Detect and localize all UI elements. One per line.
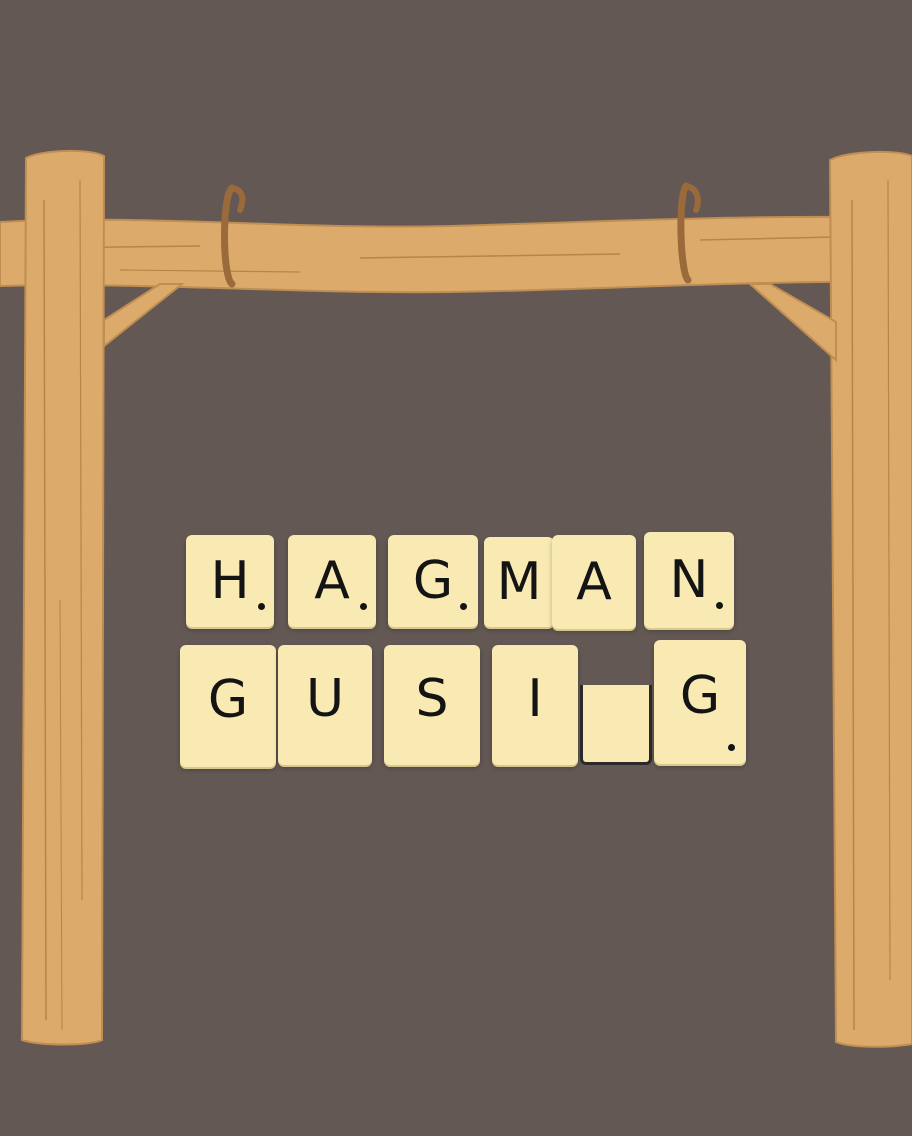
tile-letter: N bbox=[669, 550, 709, 610]
tile-dot bbox=[258, 603, 265, 610]
tile-letter: A bbox=[314, 551, 350, 611]
left-post bbox=[20, 149, 106, 1046]
letter-tile[interactable]: M bbox=[484, 537, 554, 627]
letter-tile[interactable]: N bbox=[644, 532, 734, 628]
tile-letter: M bbox=[496, 552, 542, 612]
tile-letter: H bbox=[210, 551, 250, 611]
right-brace bbox=[747, 283, 837, 363]
right-post bbox=[828, 150, 912, 1048]
letter-tile[interactable]: A bbox=[288, 535, 376, 627]
left-brace bbox=[103, 283, 185, 349]
tile-letter: G bbox=[412, 551, 454, 611]
crossbeam bbox=[0, 215, 912, 294]
tile-letter: I bbox=[527, 669, 543, 729]
tile-dot bbox=[360, 603, 367, 610]
letter-tile[interactable]: A bbox=[552, 535, 636, 629]
tile-dot bbox=[716, 602, 723, 609]
blank-letter-slot[interactable] bbox=[580, 685, 652, 765]
letter-tile[interactable]: G bbox=[654, 640, 746, 764]
letter-tile[interactable]: G bbox=[180, 645, 276, 767]
tile-letter: G bbox=[207, 669, 249, 730]
tile-letter: S bbox=[415, 669, 449, 729]
letter-tile[interactable]: U bbox=[278, 645, 372, 765]
letter-tile[interactable]: G bbox=[388, 535, 478, 627]
tile-dot bbox=[460, 603, 467, 610]
letter-tile[interactable]: S bbox=[384, 645, 480, 765]
left-ring-back bbox=[229, 185, 246, 213]
tile-dot bbox=[728, 744, 735, 751]
tile-letter: U bbox=[305, 669, 345, 729]
tile-letter: A bbox=[576, 552, 612, 612]
letter-tile[interactable]: I bbox=[492, 645, 578, 765]
tile-letter: G bbox=[679, 665, 721, 726]
hangman-scene: HAGMANGUSIG bbox=[0, 0, 912, 1136]
letter-tile[interactable]: H bbox=[186, 535, 274, 627]
